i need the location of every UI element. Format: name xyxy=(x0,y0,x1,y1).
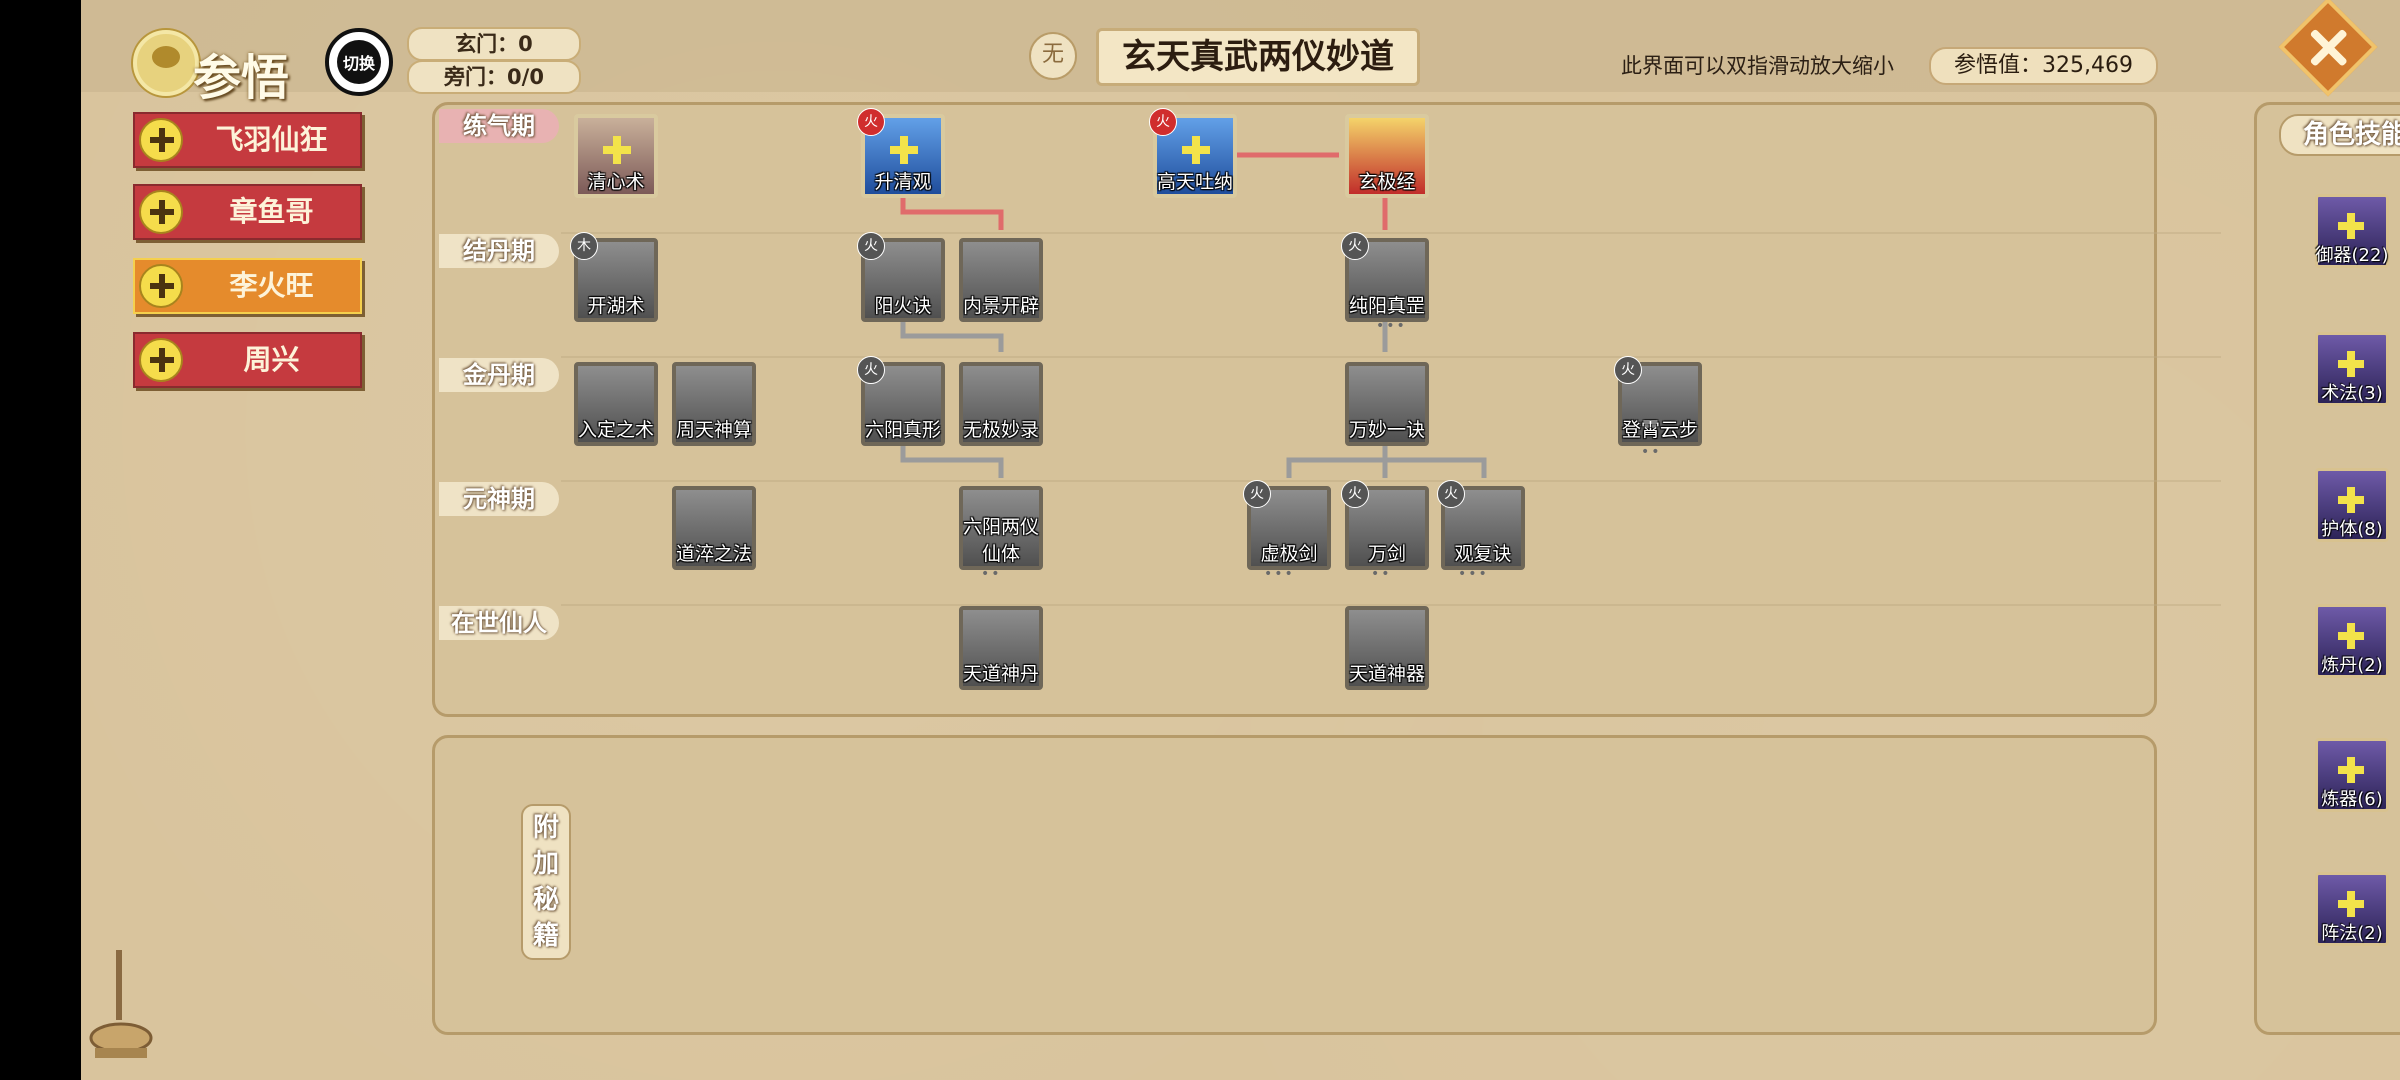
skill-node-neijing[interactable]: 内景开辟 xyxy=(959,238,1043,322)
skill-node-wuji[interactable]: 无极妙录 xyxy=(959,362,1043,446)
role-skill-label: 炼丹(2) xyxy=(2321,655,2383,676)
skill-node-chunyang[interactable]: 火纯阳真罡 xyxy=(1341,232,1429,322)
role-skill-label: 术法(3) xyxy=(2321,383,2383,404)
skill-node-tiandao-qi[interactable]: 天道神器 xyxy=(1345,606,1429,690)
fire-badge: 火 xyxy=(1341,232,1369,260)
level-dots: ••• xyxy=(1264,566,1295,582)
incense-burner-icon xyxy=(89,950,153,1058)
skill-name: 万剑 xyxy=(1367,543,1406,565)
skill-name: 天道神丹 xyxy=(962,663,1039,685)
skill-name: 六阳真形 xyxy=(864,419,941,441)
skill-node-wanmiao[interactable]: 万妙一诀 xyxy=(1345,362,1429,446)
skill-node-xuanji[interactable]: 玄极经 xyxy=(1345,114,1429,198)
skill-name: 登霄云步 xyxy=(1621,419,1698,441)
skill-name: 虚极剑 xyxy=(1260,543,1318,565)
skill-node-xuji[interactable]: 火虚极剑 xyxy=(1243,480,1331,570)
skill-name: 六阳两仪仙体 xyxy=(962,516,1039,565)
role-skill-liandan[interactable]: 炼丹(2) xyxy=(2315,604,2389,678)
add-icon xyxy=(603,136,631,164)
skill-name: 高天吐纳 xyxy=(1156,171,1233,193)
skill-name: 玄极经 xyxy=(1358,171,1416,193)
fire-badge: 火 xyxy=(857,356,885,384)
skill-node-dengxiao[interactable]: 火登霄云步 xyxy=(1614,356,1702,446)
skill-name: 无极妙录 xyxy=(962,419,1039,441)
skill-name: 升清观 xyxy=(874,171,932,193)
fire-badge: 火 xyxy=(1614,356,1642,384)
level-dots: ••• xyxy=(1458,566,1489,582)
role-skills-title: 角色技能 xyxy=(2279,114,2400,156)
role-skill-yuqi[interactable]: 御器(22) xyxy=(2315,194,2389,268)
skill-node-zhoutian[interactable]: 周天神算 xyxy=(672,362,756,446)
fire-badge: 火 xyxy=(1437,480,1465,508)
skill-node-yanghuo[interactable]: 火阳火诀 xyxy=(857,232,945,322)
add-icon xyxy=(2338,757,2364,783)
tree-connectors xyxy=(900,152,1487,478)
skill-node-liangyi[interactable]: 六阳两仪仙体 xyxy=(959,486,1043,570)
skill-name: 开湖术 xyxy=(587,295,645,317)
role-skill-zhenfa[interactable]: 阵法(2) xyxy=(2315,872,2389,946)
skill-node-wanjian[interactable]: 火万剑 xyxy=(1341,480,1429,570)
skill-node-daocui[interactable]: 道淬之法 xyxy=(672,486,756,570)
level-dots: •• xyxy=(981,566,1002,582)
skill-node-guanfu[interactable]: 火观复诀 xyxy=(1437,480,1525,570)
level-dots: •• xyxy=(1371,566,1392,582)
fire-badge: 火 xyxy=(1149,108,1177,136)
skill-name: 内景开辟 xyxy=(962,295,1039,317)
skill-name: 入定之术 xyxy=(577,419,654,441)
fire-badge: 火 xyxy=(857,232,885,260)
skill-node-liuyang[interactable]: 火六阳真形 xyxy=(857,356,945,446)
add-icon xyxy=(890,136,918,164)
game-screen: 参悟 切换 玄门：0 旁门：0/0 无 玄天真武两仪妙道 此界面可以双指滑动放大… xyxy=(81,0,2400,1080)
fire-badge: 火 xyxy=(857,108,885,136)
role-skill-huti[interactable]: 护体(8) xyxy=(2315,468,2389,542)
add-icon xyxy=(2338,213,2364,239)
role-skill-label: 护体(8) xyxy=(2321,519,2383,540)
skill-name: 纯阳真罡 xyxy=(1348,295,1425,317)
fire-badge: 火 xyxy=(1243,480,1271,508)
skill-name: 周天神算 xyxy=(675,419,752,441)
skill-node-shengqing[interactable]: 火升清观 xyxy=(857,108,945,198)
add-icon xyxy=(2338,487,2364,513)
role-skill-label: 阵法(2) xyxy=(2321,923,2383,944)
role-skill-label: 御器(22) xyxy=(2315,245,2389,266)
skill-name: 观复诀 xyxy=(1454,543,1512,565)
skill-node-gaotian[interactable]: 火高天吐纳 xyxy=(1149,108,1237,198)
role-skill-lianqi[interactable]: 炼器(6) xyxy=(2315,738,2389,812)
skill-name: 万妙一诀 xyxy=(1348,419,1425,441)
skill-name: 阳火诀 xyxy=(874,295,932,317)
skill-node-qingxin[interactable]: 清心术 xyxy=(574,114,658,198)
add-icon xyxy=(2338,623,2364,649)
fire-badge: 火 xyxy=(1341,480,1369,508)
skill-name: 道淬之法 xyxy=(675,543,752,565)
wood-badge: 木 xyxy=(570,232,598,260)
role-skill-shufa[interactable]: 术法(3) xyxy=(2315,332,2389,406)
skill-name: 天道神器 xyxy=(1348,663,1425,685)
add-icon xyxy=(2338,351,2364,377)
role-skill-label: 炼器(6) xyxy=(2321,789,2383,810)
skill-node-ruding[interactable]: 入定之术 xyxy=(574,362,658,446)
skill-node-kaihu[interactable]: 木开湖术 xyxy=(570,232,658,322)
skill-node-tiandao-dan[interactable]: 天道神丹 xyxy=(959,606,1043,690)
add-icon xyxy=(1182,136,1210,164)
level-dots: ••• xyxy=(1376,318,1407,334)
level-dots: •• xyxy=(1641,444,1662,460)
add-icon xyxy=(2338,891,2364,917)
skill-name: 清心术 xyxy=(587,171,645,193)
